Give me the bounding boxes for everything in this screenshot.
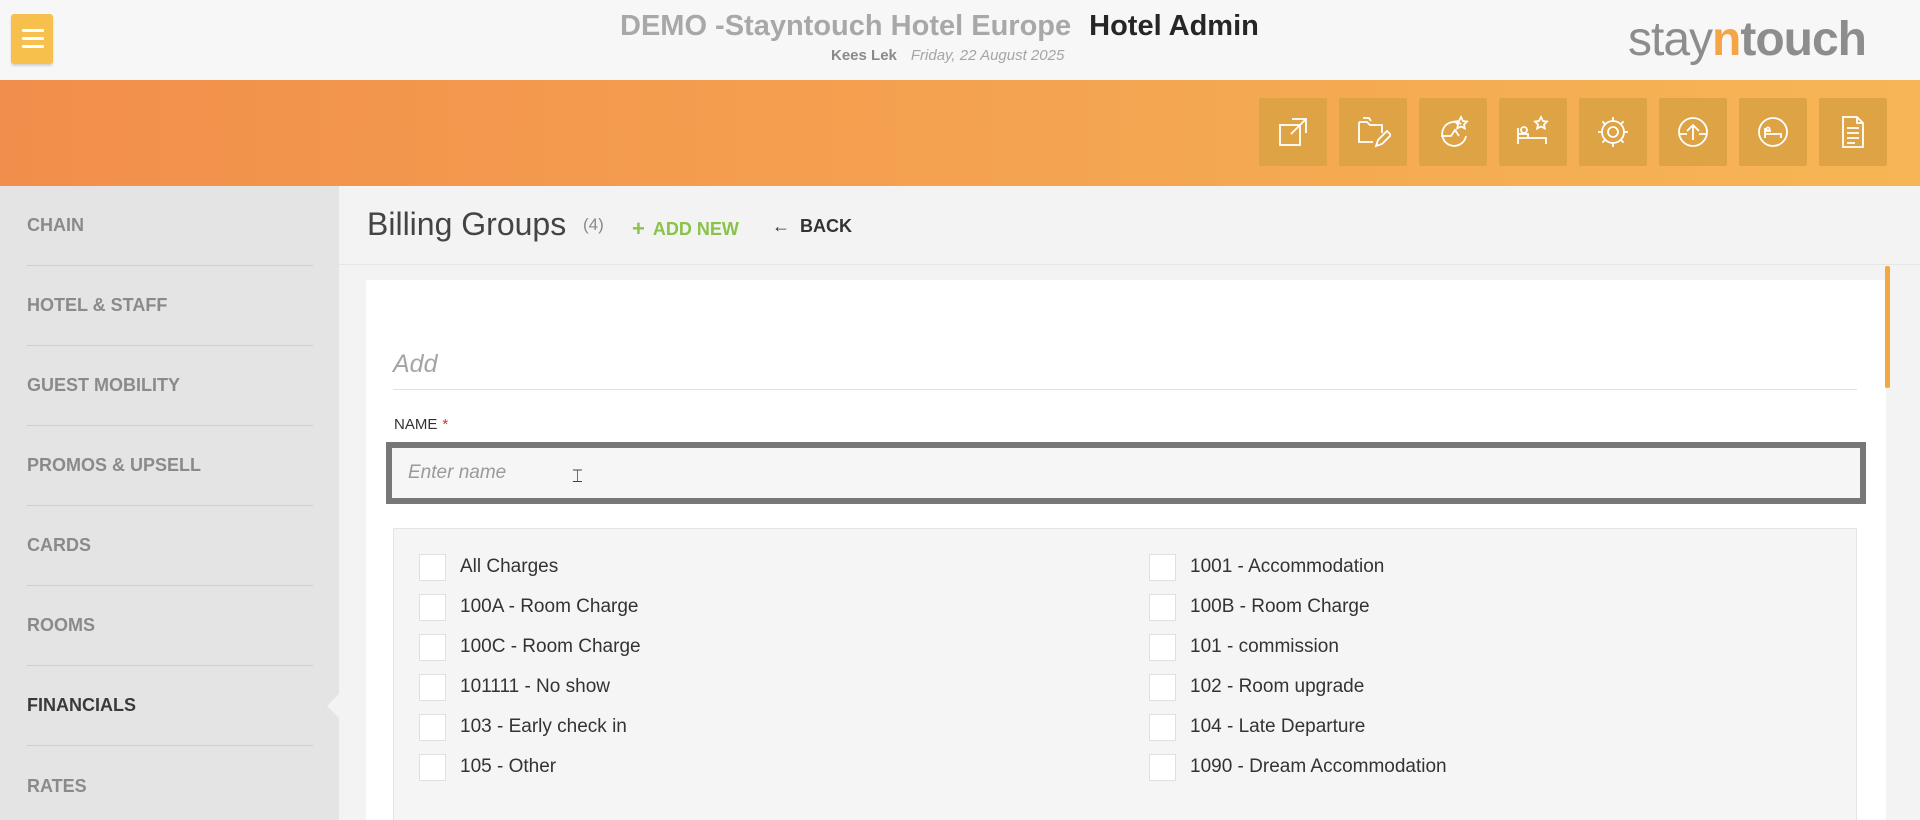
charge-option[interactable]: 103 - Early check in [419, 713, 627, 741]
form-divider [393, 389, 1857, 390]
hamburger-menu-button[interactable] [11, 14, 53, 64]
sidebar-item-guest-mobility[interactable]: GUEST MOBILITY [27, 346, 313, 426]
housekeeping-button[interactable] [1739, 98, 1807, 166]
external-link-icon [1279, 118, 1307, 146]
top-header: DEMO -Stayntouch Hotel Europe Hotel Admin… [0, 0, 1920, 80]
settings-button[interactable] [1579, 98, 1647, 166]
charge-option[interactable]: 105 - Other [419, 753, 556, 781]
checkbox[interactable] [419, 553, 446, 581]
upload-button[interactable] [1659, 98, 1727, 166]
billing-group-form: Add NAME* ⌶ All Charges 1001 - Accommoda… [366, 280, 1886, 820]
current-date: Friday, 22 August 2025 [910, 47, 1065, 64]
sidebar-item-chain[interactable]: CHAIN [27, 186, 313, 266]
arrow-left-icon: ← [772, 216, 790, 236]
rate-star-button[interactable] [1419, 98, 1487, 166]
bed-icon [1758, 117, 1788, 147]
external-link-button[interactable] [1259, 98, 1327, 166]
add-new-button[interactable]: + ADD NEW [632, 216, 739, 242]
toolbar-band [0, 80, 1920, 186]
charge-option[interactable]: 100B - Room Charge [1149, 593, 1370, 621]
sidebar: CHAIN HOTEL & STAFF GUEST MOBILITY PROMO… [0, 186, 339, 820]
header-divider [339, 264, 1920, 265]
item-count: (4) [583, 215, 604, 234]
charge-option[interactable]: 101111 - No show [419, 673, 610, 701]
stayntouch-logo: stayntouch [1628, 13, 1867, 66]
checkbox[interactable] [1149, 713, 1176, 741]
checkbox[interactable] [419, 593, 446, 621]
charge-code-list: All Charges 1001 - Accommodation 100A - … [393, 528, 1857, 820]
charge-option[interactable]: 100A - Room Charge [419, 593, 639, 621]
checkbox[interactable] [1149, 553, 1176, 581]
checkbox[interactable] [1149, 633, 1176, 661]
charge-option[interactable]: All Charges [419, 553, 558, 581]
name-input[interactable] [386, 442, 1866, 504]
plus-icon: + [632, 216, 645, 241]
menu-bar-icon [22, 45, 44, 48]
upload-icon [1678, 117, 1708, 147]
user-name: Kees Lek [831, 47, 897, 64]
sidebar-item-hotel-staff[interactable]: HOTEL & STAFF [27, 266, 313, 346]
checkbox[interactable] [1149, 753, 1176, 781]
checkbox[interactable] [419, 713, 446, 741]
app-name: Hotel Admin [1089, 10, 1259, 42]
folder-edit-button[interactable] [1339, 98, 1407, 166]
sidebar-item-promos-upsell[interactable]: PROMOS & UPSELL [27, 426, 313, 506]
charge-option[interactable]: 1090 - Dream Accommodation [1149, 753, 1447, 781]
text-cursor-icon: ⌶ [572, 466, 583, 486]
required-mark: * [442, 416, 449, 433]
checkbox[interactable] [419, 753, 446, 781]
active-item-pointer [327, 694, 339, 718]
name-label: NAME * [394, 416, 449, 433]
sidebar-item-rates[interactable]: RATES [27, 746, 313, 820]
back-button[interactable]: ← BACK [772, 216, 852, 237]
sidebar-item-cards[interactable]: CARDS [27, 506, 313, 586]
menu-bar-icon [22, 37, 44, 40]
room-star-icon [1517, 114, 1549, 144]
checkbox[interactable] [419, 633, 446, 661]
document-icon [1842, 116, 1864, 148]
header-title: DEMO -Stayntouch Hotel Europe Hotel Admin… [620, 10, 1300, 64]
checkbox[interactable] [1149, 673, 1176, 701]
sidebar-item-rooms[interactable]: ROOMS [27, 586, 313, 666]
charge-option[interactable]: 104 - Late Departure [1149, 713, 1365, 741]
charge-option[interactable]: 101 - commission [1149, 633, 1339, 661]
sidebar-item-financials[interactable]: FINANCIALS [27, 666, 313, 746]
checkbox[interactable] [1149, 593, 1176, 621]
charge-option[interactable]: 102 - Room upgrade [1149, 673, 1364, 701]
menu-bar-icon [22, 29, 44, 32]
charge-option[interactable]: 1001 - Accommodation [1149, 553, 1384, 581]
checkbox[interactable] [419, 673, 446, 701]
rate-star-icon [1441, 114, 1469, 147]
charge-option[interactable]: 100C - Room Charge [419, 633, 641, 661]
folder-edit-icon [1358, 117, 1391, 148]
form-section-title: Add [393, 350, 438, 378]
page-title: Billing Groups [367, 206, 567, 242]
scrollbar[interactable] [1885, 266, 1890, 388]
hotel-name: DEMO -Stayntouch Hotel Europe [620, 10, 1072, 42]
reports-button[interactable] [1819, 98, 1887, 166]
gear-icon [1598, 117, 1628, 147]
room-star-button[interactable] [1499, 98, 1567, 166]
